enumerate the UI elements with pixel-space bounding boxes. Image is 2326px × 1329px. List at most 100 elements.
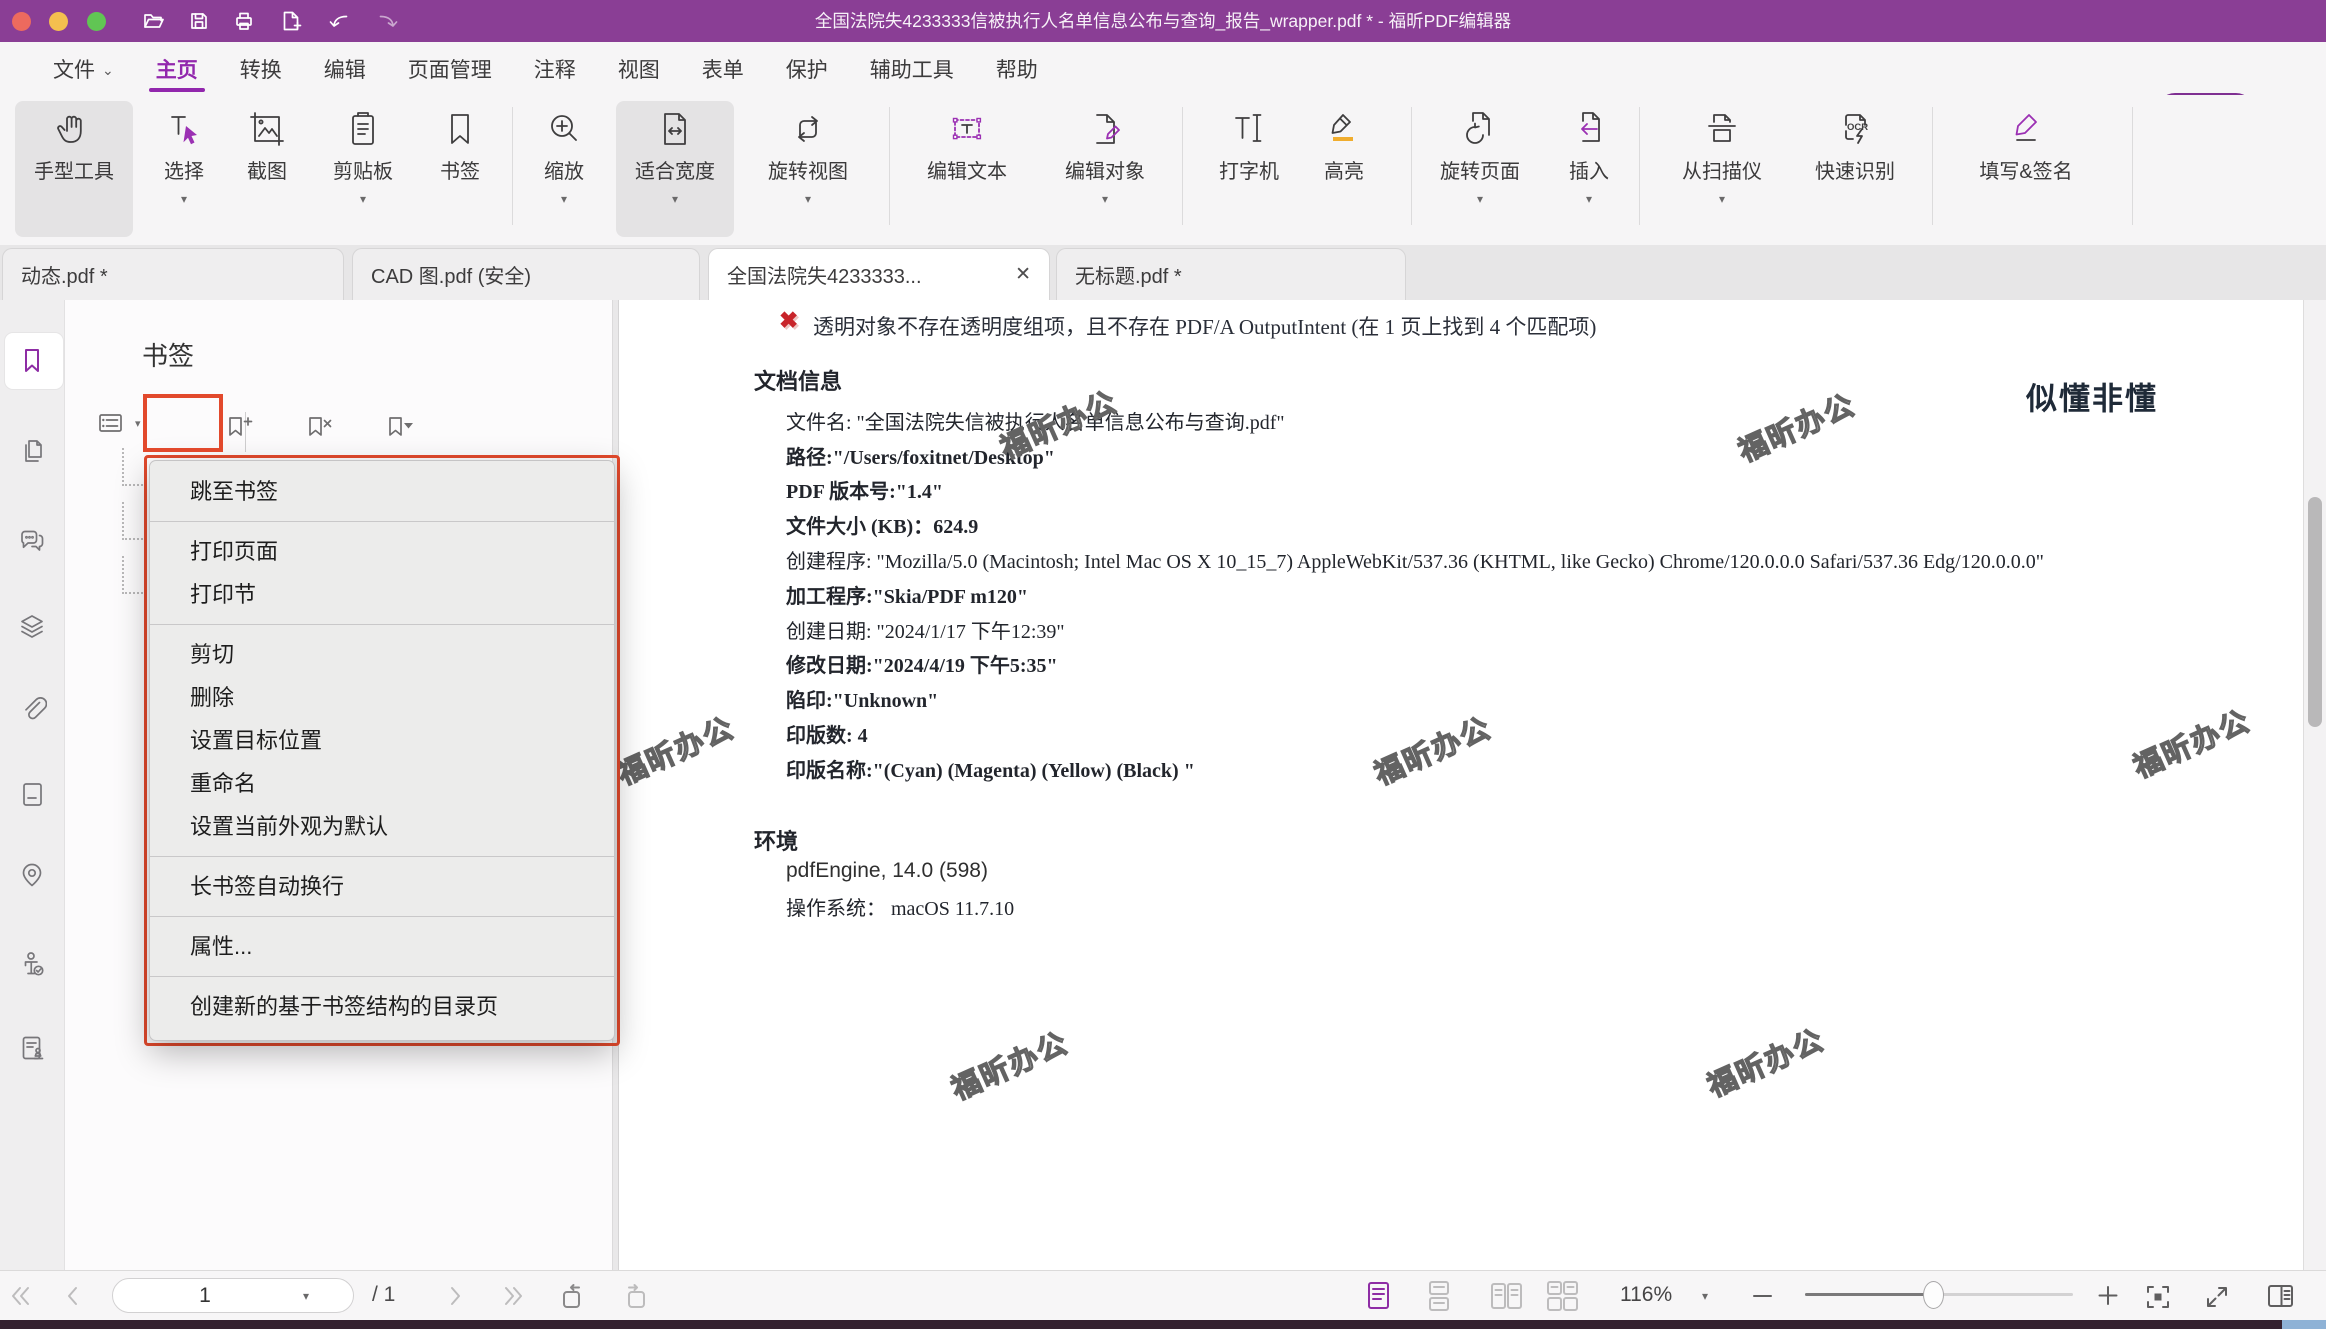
continuous-view-button[interactable] (1422, 1279, 1456, 1313)
macos-close-button[interactable] (12, 12, 31, 31)
sidebar-item-form-fields[interactable] (17, 779, 47, 809)
menu-item[interactable]: 主页 ⌄ (135, 42, 219, 95)
context-menu-item[interactable]: 跳至书签 (150, 470, 614, 513)
context-menu-item[interactable]: 剪切 (150, 624, 614, 676)
bookmark-options-button[interactable] (96, 408, 132, 440)
quick-recognize-button[interactable]: OCR 快速识别 (1796, 101, 1914, 237)
sidebar-item-page-thumbnails[interactable] (17, 437, 47, 467)
document-page[interactable]: ✖ 透明对象不存在透明度组项，且不存在 PDF/A OutputIntent (… (619, 300, 2326, 1270)
titlebar: 全国法院失4233333信被执行人名单信息公布与查询_报告_wrapper.pd… (0, 0, 2326, 42)
context-menu-item[interactable]: 属性... (150, 916, 614, 968)
previous-view-button[interactable] (556, 1280, 588, 1312)
previous-page-button[interactable] (62, 1284, 82, 1308)
add-bookmark-button[interactable] (222, 412, 256, 446)
sidebar-item-stamps[interactable] (17, 1033, 47, 1063)
menu-item[interactable]: 页面管理 ⌄ (387, 42, 513, 95)
macos-minimize-button[interactable] (49, 12, 68, 31)
edit-text-button[interactable]: 编辑文本 (908, 101, 1026, 237)
facing-view-button[interactable] (1488, 1279, 1526, 1313)
page-number-box[interactable]: ▾ (112, 1278, 354, 1313)
rotate-view-icon (786, 106, 830, 152)
menu-item[interactable]: 视图 ⌄ (597, 42, 681, 95)
typewriter-button[interactable]: 打字机 (1204, 101, 1294, 237)
menu-item[interactable]: 编辑 ⌄ (303, 42, 387, 95)
doc-info-line: 路径:"/Users/foxitnet/Desktop" (786, 438, 2044, 473)
context-menu-item[interactable]: 重命名 (150, 762, 614, 805)
document-tab[interactable]: 无标题.pdf * (1056, 248, 1406, 300)
clipboard-button[interactable]: 剪贴板 ▾ (318, 101, 408, 237)
context-menu-item[interactable]: 设置当前外观为默认 (150, 805, 614, 848)
fit-page-button[interactable] (2143, 1282, 2173, 1312)
context-menu-item[interactable]: 打印页面 (150, 521, 614, 573)
zoom-out-button[interactable] (1750, 1285, 1776, 1307)
dropdown-caret-icon: ▾ (1702, 1289, 1708, 1303)
expand-bookmark-button[interactable] (382, 412, 416, 446)
fill-sign-button[interactable]: 填写&签名 (1961, 101, 2091, 237)
edit-object-button[interactable]: 编辑对象 ▾ (1046, 101, 1164, 237)
document-tab-active[interactable]: 全国法院失4233333... ✕ (708, 248, 1050, 300)
sidebar-item-layers[interactable] (17, 611, 47, 641)
rotate-page-button[interactable]: 旋转页面 ▾ (1421, 101, 1539, 237)
watermark-text: 福昕办公 (2126, 698, 2256, 787)
sidebar-item-bookmarks[interactable] (17, 345, 47, 375)
next-view-button[interactable] (620, 1280, 652, 1312)
menu-item[interactable]: 表单 ⌄ (681, 42, 765, 95)
first-page-button[interactable] (8, 1284, 34, 1308)
next-page-button[interactable] (446, 1284, 466, 1308)
ribbon-divider (512, 107, 513, 225)
menu-item[interactable]: 保护 ⌄ (765, 42, 849, 95)
delete-bookmark-button[interactable] (302, 412, 336, 446)
select-tool-button[interactable]: 选择 ▾ (146, 101, 222, 237)
macos-zoom-button[interactable] (87, 12, 106, 31)
doc-info-line: 陷印:"Unknown" (786, 681, 2044, 716)
context-menu-item[interactable]: 打印节 (150, 573, 614, 616)
save-button[interactable] (187, 9, 211, 33)
menu-item[interactable]: 注释 ⌄ (513, 42, 597, 95)
fit-width-button[interactable]: 适合宽度 ▾ (616, 101, 734, 237)
document-tab[interactable]: CAD 图.pdf (安全) (352, 248, 700, 300)
sidebar-item-comments[interactable] (17, 526, 47, 556)
rotate-view-button[interactable]: 旋转视图 ▾ (749, 101, 867, 237)
highlight-button[interactable]: 高亮 (1306, 101, 1382, 237)
sidebar-item-digital-signatures[interactable] (17, 949, 47, 979)
bookmark-icon (17, 345, 47, 375)
menu-item[interactable]: 转换 ⌄ (219, 42, 303, 95)
zoom-in-button[interactable] (2093, 1277, 2123, 1315)
menu-item[interactable]: 帮助 ⌄ (975, 42, 1059, 95)
hand-tool-button[interactable]: 手型工具 (15, 101, 133, 237)
undo-button[interactable] (327, 9, 351, 33)
context-menu-item[interactable]: 删除 (150, 676, 614, 719)
zoom-level-label[interactable]: 116% (1620, 1283, 1672, 1307)
close-tab-icon[interactable]: ✕ (993, 263, 1031, 286)
zoom-slider-thumb[interactable] (1923, 1281, 1944, 1309)
rotate-page-icon (1458, 106, 1502, 152)
sidebar-item-destinations[interactable] (17, 860, 47, 890)
open-file-button[interactable] (141, 9, 165, 33)
vertical-scrollbar-track[interactable] (2303, 300, 2326, 1270)
panel-layout-button[interactable] (2264, 1280, 2298, 1312)
vertical-scrollbar-thumb[interactable] (2308, 497, 2322, 727)
print-button[interactable] (232, 9, 256, 33)
fullscreen-button[interactable] (2202, 1282, 2232, 1312)
doc-info-line: PDF 版本号:"1.4" (786, 473, 2044, 508)
document-tab[interactable]: 动态.pdf * (2, 248, 344, 300)
ribbon-divider (889, 107, 890, 225)
redo-button[interactable] (376, 9, 400, 33)
menu-item[interactable]: 辅助工具 ⌄ (849, 42, 975, 95)
foxit-pdf-editor-window: 全国法院失4233333信被执行人名单信息公布与查询_报告_wrapper.pd… (0, 0, 2326, 1329)
sidebar-item-attachments[interactable] (17, 694, 47, 724)
page-number-input[interactable] (113, 1283, 297, 1309)
insert-page-button[interactable]: 插入 ▾ (1551, 101, 1627, 237)
context-menu-item[interactable]: 创建新的基于书签结构的目录页 (150, 976, 614, 1028)
from-scanner-button[interactable]: 从扫描仪 ▾ (1663, 101, 1781, 237)
snapshot-button[interactable]: 截图 (229, 101, 305, 237)
context-menu-item[interactable]: 设置目标位置 (150, 719, 614, 762)
bookmark-button[interactable]: 书签 (422, 101, 498, 237)
last-page-button[interactable] (500, 1284, 526, 1308)
new-document-button[interactable] (279, 9, 303, 33)
menu-item[interactable]: 文件 ⌄ (32, 42, 135, 95)
facing-continuous-view-button[interactable] (1544, 1279, 1582, 1313)
zoom-button[interactable]: 缩放 ▾ (526, 101, 602, 237)
context-menu-item[interactable]: 长书签自动换行 (150, 856, 614, 908)
single-page-view-button[interactable] (1362, 1279, 1396, 1313)
